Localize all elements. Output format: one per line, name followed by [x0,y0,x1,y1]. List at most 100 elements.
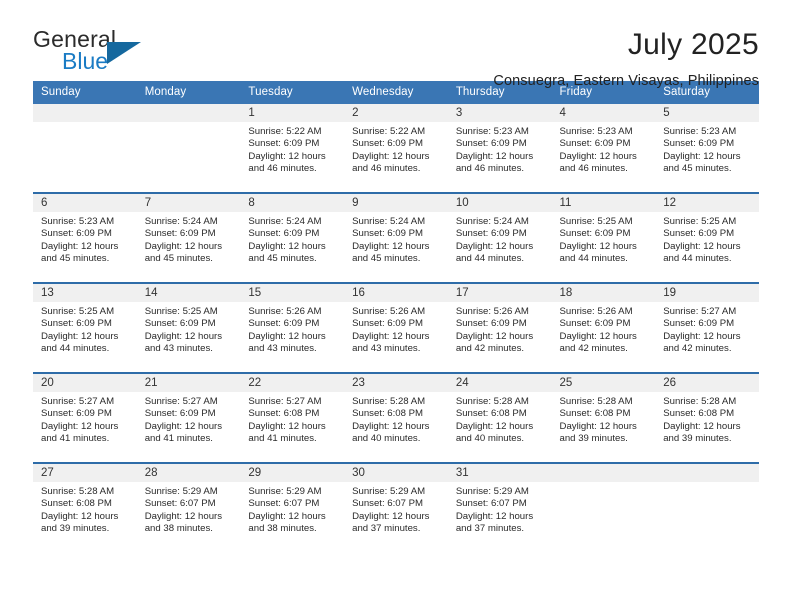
calendar-day-cell[interactable]: 31 Sunrise: 5:29 AM Sunset: 6:07 PM Dayligh… [447,462,552,552]
weekday-header-monday: Monday [136,81,241,104]
calendar-day-cell[interactable]: 3 Sunrise: 5:23 AM Sunset: 6:09 PM Daylight… [447,104,552,193]
day-details: Sunrise: 5:27 AM Sunset: 6:09 PM Daylight:… [137,392,241,445]
daylight-duration-line1: Daylight: 12 hours [352,330,430,342]
day-cell-inner: 7 Sunrise: 5:24 AM Sunset: 6:09 PM Daylight… [136,194,241,282]
daylight-duration-line2: and 43 minutes. [144,342,213,354]
day-details: Sunrise: 5:24 AM Sunset: 6:09 PM Daylight:… [240,212,344,265]
daylight-duration-line2: and 42 minutes. [663,342,732,354]
sunset-time: Sunset: 6:08 PM [559,408,631,420]
sunset-time: Sunset: 6:09 PM [663,138,735,150]
day-details: Sunrise: 5:23 AM Sunset: 6:09 PM Daylight:… [33,212,137,265]
daylight-duration-line1: Daylight: 12 hours [352,420,430,432]
daylight-duration-line1: Daylight: 12 hours [41,510,119,522]
sunrise-time: Sunrise: 5:27 AM [41,396,115,407]
calendar-day-cell[interactable]: 8 Sunrise: 5:24 AM Sunset: 6:09 PM Daylight… [240,192,345,283]
sunset-time: Sunset: 6:08 PM [352,408,424,420]
daylight-duration-line1: Daylight: 12 hours [144,330,223,342]
calendar-day-cell[interactable]: 23 Sunrise: 5:28 AM Sunset: 6:08 PM Dayligh… [344,372,448,463]
sunrise-time: Sunrise: 5:23 AM [41,216,115,227]
calendar-day-cell[interactable]: 21 Sunrise: 5:27 AM Sunset: 6:09 PM Dayligh… [136,372,241,463]
calendar-day-cell[interactable]: 15 Sunrise: 5:26 AM Sunset: 6:09 PM Dayligh… [240,282,345,373]
calendar-day-cell[interactable]: 18 Sunrise: 5:26 AM Sunset: 6:09 PM Dayligh… [551,282,656,373]
day-number: 31 [447,464,552,482]
calendar-week-row: 27 Sunrise: 5:28 AM Sunset: 6:08 PM Dayligh… [33,462,759,552]
day-cell-inner: 18 Sunrise: 5:26 AM Sunset: 6:09 PM Dayligh… [551,284,656,372]
daylight-duration-line2: and 46 minutes. [352,162,421,174]
sunrise-time: Sunrise: 5:24 AM [248,216,322,227]
sunset-time: Sunset: 6:09 PM [559,228,631,240]
calendar-day-cell[interactable]: 13 Sunrise: 5:25 AM Sunset: 6:09 PM Dayligh… [33,282,137,373]
calendar-day-cell[interactable]: 29 Sunrise: 5:29 AM Sunset: 6:07 PM Dayligh… [240,462,345,552]
page-title: July 2025 [627,28,759,61]
day-number: 15 [240,284,345,302]
sunrise-time: Sunrise: 5:22 AM [248,126,322,137]
daylight-duration-line2: and 41 minutes. [144,432,213,444]
day-cell-inner: 31 Sunrise: 5:29 AM Sunset: 6:07 PM Dayligh… [447,464,552,552]
sunrise-sunset-calendar: Sunday Monday Tuesday Wednesday Thursday… [33,81,759,552]
day-cell-inner: 3 Sunrise: 5:23 AM Sunset: 6:09 PM Daylight… [447,104,552,192]
calendar-day-cell[interactable]: 24 Sunrise: 5:28 AM Sunset: 6:08 PM Dayligh… [447,372,552,463]
calendar-day-cell[interactable]: 6 Sunrise: 5:23 AM Sunset: 6:09 PM Daylight… [33,192,137,283]
day-details: Sunrise: 5:29 AM Sunset: 6:07 PM Daylight:… [240,482,344,535]
calendar-day-cell[interactable]: 4 Sunrise: 5:23 AM Sunset: 6:09 PM Daylight… [551,104,656,193]
calendar-day-cell[interactable]: 2 Sunrise: 5:22 AM Sunset: 6:09 PM Daylight… [344,104,448,193]
calendar-day-cell[interactable]: 7 Sunrise: 5:24 AM Sunset: 6:09 PM Daylight… [136,192,241,283]
calendar-day-cell[interactable]: 19 Sunrise: 5:27 AM Sunset: 6:09 PM Dayligh… [655,282,759,373]
daylight-duration-line1: Daylight: 12 hours [352,240,430,252]
daylight-duration-line2: and 37 minutes. [352,522,421,534]
daylight-duration-line1: Daylight: 12 hours [352,150,430,162]
calendar-day-cell[interactable]: 9 Sunrise: 5:24 AM Sunset: 6:09 PM Daylight… [344,192,448,283]
daylight-duration-line1: Daylight: 12 hours [248,330,326,342]
daylight-duration-line2: and 44 minutes. [41,342,110,354]
sunset-time: Sunset: 6:09 PM [144,228,216,240]
daylight-duration-line2: and 44 minutes. [455,252,525,264]
calendar-day-cell[interactable]: 28 Sunrise: 5:29 AM Sunset: 6:07 PM Dayligh… [136,462,241,552]
daylight-duration-line1: Daylight: 12 hours [41,420,119,432]
day-number: 21 [136,374,241,392]
calendar-day-cell[interactable]: 14 Sunrise: 5:25 AM Sunset: 6:09 PM Dayligh… [136,282,241,373]
calendar-day-cell[interactable]: 26 Sunrise: 5:28 AM Sunset: 6:08 PM Dayligh… [655,372,759,463]
calendar-day-cell[interactable]: 5 Sunrise: 5:23 AM Sunset: 6:09 PM Daylight… [655,104,759,193]
calendar-day-cell[interactable]: 1 Sunrise: 5:22 AM Sunset: 6:09 PM Daylight… [240,104,345,193]
day-number: 2 [344,104,448,122]
daylight-duration-line2: and 42 minutes. [559,342,628,354]
sunrise-time: Sunrise: 5:28 AM [455,396,529,407]
calendar-day-cell[interactable]: 25 Sunrise: 5:28 AM Sunset: 6:08 PM Dayligh… [551,372,656,463]
calendar-day-cell[interactable]: 17 Sunrise: 5:26 AM Sunset: 6:09 PM Dayligh… [447,282,552,373]
day-number: 29 [240,464,345,482]
sunrise-time: Sunrise: 5:24 AM [144,216,218,227]
day-cell-inner: 10 Sunrise: 5:24 AM Sunset: 6:09 PM Dayligh… [447,194,552,282]
calendar-day-cell[interactable]: 11 Sunrise: 5:25 AM Sunset: 6:09 PM Dayligh… [551,192,656,283]
sunrise-time: Sunrise: 5:23 AM [663,126,737,137]
daylight-duration-line1: Daylight: 12 hours [559,420,637,432]
sunrise-time: Sunrise: 5:26 AM [352,306,426,317]
daylight-duration-line1: Daylight: 12 hours [41,330,119,342]
day-details: Sunrise: 5:25 AM Sunset: 6:09 PM Daylight:… [137,302,241,355]
day-number: 17 [447,284,552,302]
daylight-duration-line1: Daylight: 12 hours [144,510,223,522]
daylight-duration-line2: and 45 minutes. [144,252,213,264]
calendar-day-cell[interactable]: 27 Sunrise: 5:28 AM Sunset: 6:08 PM Dayligh… [33,462,137,552]
calendar-day-cell[interactable]: 22 Sunrise: 5:27 AM Sunset: 6:08 PM Dayligh… [240,372,345,463]
sunrise-time: Sunrise: 5:23 AM [559,126,633,137]
daylight-duration-line2: and 46 minutes. [455,162,525,174]
daylight-duration-line1: Daylight: 12 hours [559,150,637,162]
day-cell-inner: 2 Sunrise: 5:22 AM Sunset: 6:09 PM Daylight… [344,104,448,192]
daylight-duration-line1: Daylight: 12 hours [663,330,741,342]
calendar-day-cell[interactable]: 12 Sunrise: 5:25 AM Sunset: 6:09 PM Dayligh… [655,192,759,283]
sunrise-time: Sunrise: 5:25 AM [41,306,115,317]
day-number [33,104,137,122]
day-cell-inner: 8 Sunrise: 5:24 AM Sunset: 6:09 PM Daylight… [240,194,345,282]
daylight-duration-line2: and 41 minutes. [41,432,110,444]
daylight-duration-line1: Daylight: 12 hours [144,240,223,252]
day-number: 13 [33,284,137,302]
calendar-day-cell[interactable]: 30 Sunrise: 5:29 AM Sunset: 6:07 PM Dayligh… [344,462,448,552]
day-cell-inner: 11 Sunrise: 5:25 AM Sunset: 6:09 PM Dayligh… [551,194,656,282]
sunrise-time: Sunrise: 5:28 AM [352,396,426,407]
day-number [136,104,241,122]
calendar-day-cell[interactable]: 10 Sunrise: 5:24 AM Sunset: 6:09 PM Dayligh… [447,192,552,283]
calendar-day-cell[interactable]: 16 Sunrise: 5:26 AM Sunset: 6:09 PM Dayligh… [344,282,448,373]
calendar-day-cell[interactable]: 20 Sunrise: 5:27 AM Sunset: 6:09 PM Dayligh… [33,372,137,463]
sunset-time: Sunset: 6:09 PM [248,138,320,150]
sunset-time: Sunset: 6:09 PM [559,318,631,330]
